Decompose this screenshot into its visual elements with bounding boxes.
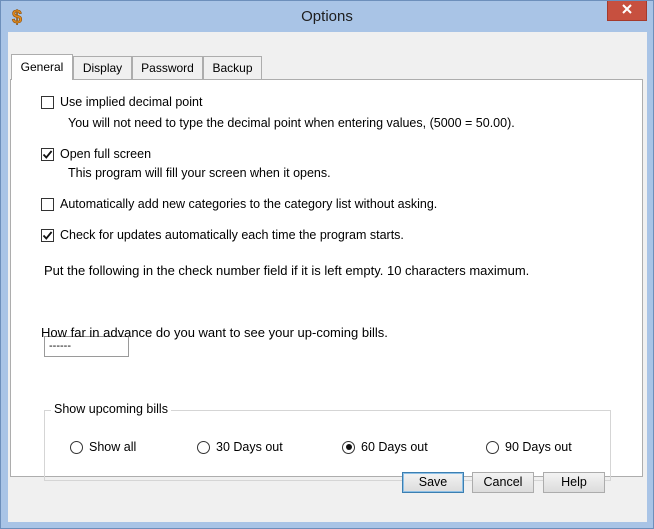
radio-show-all[interactable]: Show all — [70, 440, 136, 454]
auto-categories-checkbox-row[interactable]: Automatically add new categories to the … — [41, 197, 437, 211]
radio-show-all-label: Show all — [89, 440, 137, 454]
full-screen-checkbox[interactable] — [41, 147, 54, 161]
radio-60-days-button[interactable] — [342, 440, 355, 454]
radio-30-days-label: 30 Days out — [216, 440, 283, 454]
radio-60-days-label: 60 Days out — [361, 440, 428, 454]
dialog-client: General Display Password Backup Use impl… — [8, 32, 647, 522]
title-bar[interactable]: $ Options — [1, 1, 653, 32]
help-button[interactable]: Help — [543, 472, 605, 493]
check-updates-checkbox[interactable] — [41, 228, 54, 242]
upcoming-bills-group: Show upcoming bills Show all 30 Days out… — [44, 402, 611, 481]
tab-password[interactable]: Password — [132, 56, 203, 79]
advance-label: How far in advance do you want to see yo… — [41, 325, 388, 340]
check-icon — [42, 230, 53, 240]
upcoming-bills-group-title: Show upcoming bills — [51, 402, 171, 416]
implied-decimal-checkbox-row[interactable]: Use implied decimal point — [41, 95, 202, 109]
check-icon — [42, 149, 53, 159]
tab-general[interactable]: General — [11, 54, 73, 80]
tab-backup[interactable]: Backup — [203, 56, 262, 79]
radio-30-days-button[interactable] — [197, 440, 210, 454]
full-screen-description: This program will fill your screen when … — [68, 166, 331, 180]
options-window: $ Options General Display Password Backu… — [0, 0, 654, 529]
auto-categories-checkbox[interactable] — [41, 197, 54, 211]
cancel-button[interactable]: Cancel — [472, 472, 534, 493]
tab-display[interactable]: Display — [73, 56, 132, 79]
close-button[interactable] — [607, 1, 647, 21]
close-icon — [621, 3, 633, 18]
implied-decimal-checkbox[interactable] — [41, 95, 54, 109]
auto-categories-label: Automatically add new categories to the … — [60, 197, 438, 211]
implied-decimal-description: You will not need to type the decimal po… — [68, 116, 515, 130]
radio-60-days[interactable]: 60 Days out — [342, 440, 428, 454]
radio-30-days[interactable]: 30 Days out — [197, 440, 283, 454]
full-screen-checkbox-row[interactable]: Open full screen — [41, 147, 151, 161]
implied-decimal-label: Use implied decimal point — [60, 95, 203, 109]
radio-show-all-button[interactable] — [70, 440, 83, 454]
radio-90-days[interactable]: 90 Days out — [486, 440, 572, 454]
radio-90-days-button[interactable] — [486, 440, 499, 454]
full-screen-label: Open full screen — [60, 147, 152, 161]
radio-90-days-label: 90 Days out — [505, 440, 572, 454]
check-updates-label: Check for updates automatically each tim… — [60, 228, 404, 242]
check-updates-checkbox-row[interactable]: Check for updates automatically each tim… — [41, 228, 404, 242]
check-number-label: Put the following in the check number fi… — [44, 263, 530, 278]
window-title: Options — [301, 8, 353, 25]
save-button[interactable]: Save — [402, 472, 464, 493]
general-panel: Use implied decimal point You will not n… — [10, 79, 643, 481]
